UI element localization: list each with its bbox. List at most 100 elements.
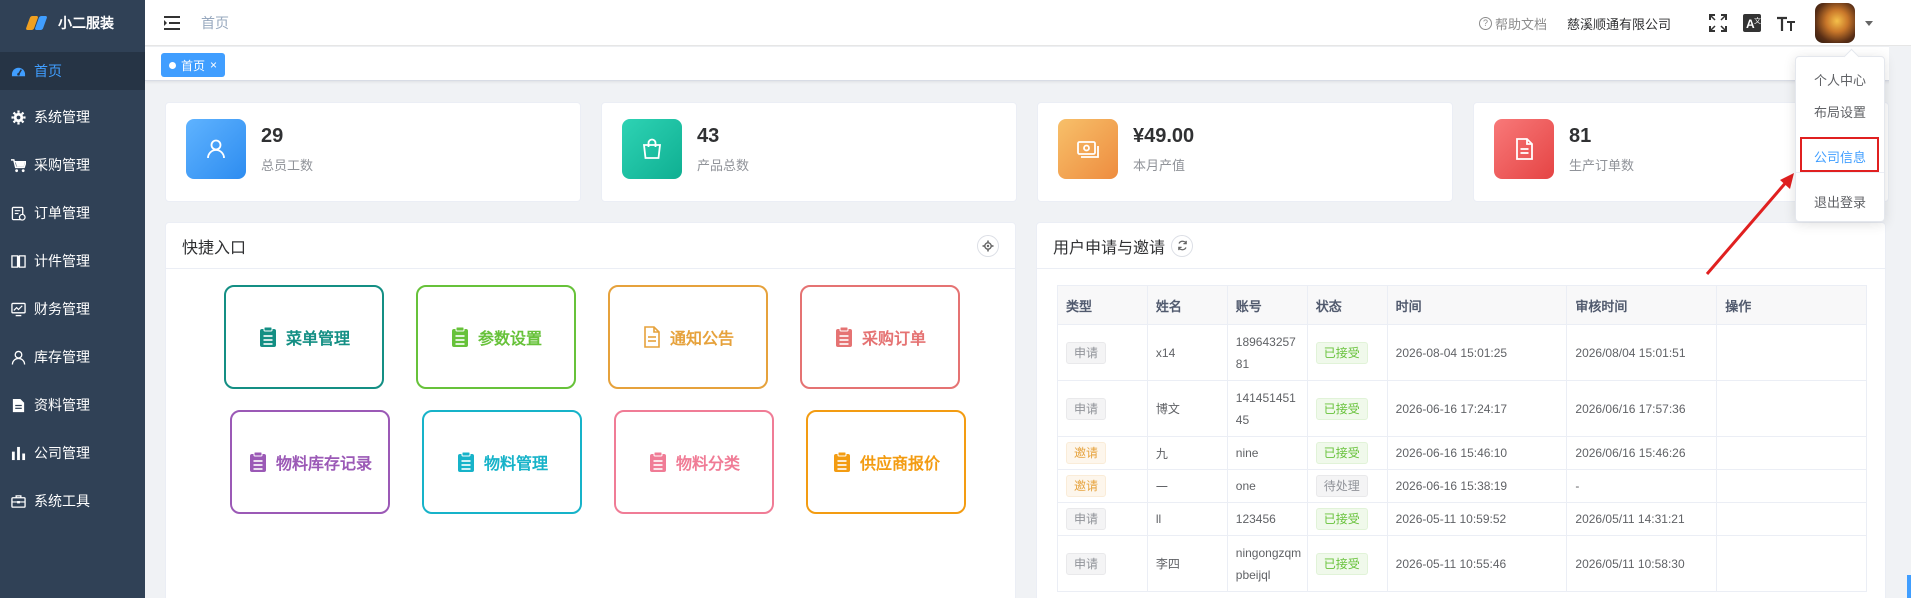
user-icon xyxy=(186,119,246,179)
table-row[interactable]: 申请 博文 14145145145 已接受 2026-06-16 17:24:17 202… xyxy=(1057,380,1867,437)
question-icon: ? xyxy=(1478,16,1492,30)
tag-home[interactable]: 首页 × xyxy=(161,53,226,77)
account-cell: ningongzqmpbeijql xyxy=(1226,535,1308,592)
quick-entry-parameter-settings[interactable]: 参数设置 xyxy=(416,285,576,389)
status-badge: 已接受 xyxy=(1315,341,1368,364)
sidebar-item-label: 资料管理 xyxy=(34,397,90,413)
sidebar-item-company[interactable]: 公司管理 xyxy=(0,429,145,477)
sidebar-item-home[interactable]: 首页 xyxy=(0,52,145,90)
stat-card-monthly-output: ¥49.00 本月产值 xyxy=(1037,102,1453,202)
status-cell: 已接受 xyxy=(1306,380,1388,437)
column-header[interactable]: 操作 xyxy=(1716,285,1867,325)
type-cell: 申请 xyxy=(1057,535,1148,592)
table-header-row: 类型 姓名 账号 状态 时间 审核时间 操作 xyxy=(1057,285,1867,325)
status-badge: 已接受 xyxy=(1315,552,1368,575)
sidebar-item-tools[interactable]: 系统工具 xyxy=(0,477,145,525)
document-icon xyxy=(1494,119,1554,179)
status-cell: 已接受 xyxy=(1306,502,1388,536)
column-header[interactable]: 类型 xyxy=(1057,285,1148,325)
quick-entry-label: 物料管理 xyxy=(483,456,548,473)
time-cell: 2026-06-16 17:24:17 xyxy=(1386,380,1568,437)
sidebar-item-finance[interactable]: 财务管理 xyxy=(0,285,145,333)
clipboard-icon xyxy=(834,326,854,348)
requests-title: 用户申请与邀请 xyxy=(1053,239,1166,257)
quick-entry-material-categories[interactable]: 物料分类 xyxy=(614,410,774,514)
column-header[interactable]: 状态 xyxy=(1306,285,1388,325)
sidebar-item-order[interactable]: 订单管理 xyxy=(0,189,145,237)
quick-entry-material-stock-records[interactable]: 物料库存记录 xyxy=(230,410,390,514)
annotation-arrow xyxy=(1705,173,1794,275)
sidebar-item-label: 首页 xyxy=(34,63,62,79)
sidebar-item-label: 系统工具 xyxy=(34,493,90,509)
column-header[interactable]: 审核时间 xyxy=(1566,285,1718,325)
sidebar-item-system[interactable]: 系统管理 xyxy=(0,93,145,141)
bar-chart-icon xyxy=(11,446,26,461)
menu-item-logout[interactable]: 退出登录 xyxy=(1796,192,1884,211)
stat-label: 本月产值 xyxy=(1133,158,1186,173)
status-cell: 已接受 xyxy=(1306,436,1388,470)
column-header[interactable]: 姓名 xyxy=(1146,285,1228,325)
account-text: ningongzqmpbeijql xyxy=(1235,545,1302,582)
tag-label: 首页 xyxy=(181,58,206,73)
avatar[interactable] xyxy=(1815,3,1855,43)
actions-cell xyxy=(1716,324,1867,381)
table-row[interactable]: 邀请 九 nine 已接受 2026-06-16 15:46:10 2026/06/16 … xyxy=(1057,436,1867,470)
column-header[interactable]: 时间 xyxy=(1386,285,1568,325)
type-cell: 申请 xyxy=(1057,502,1148,536)
status-badge: 已接受 xyxy=(1315,397,1368,420)
fullscreen-icon[interactable] xyxy=(1707,12,1729,34)
account-cell: 123456 xyxy=(1226,502,1308,536)
page-scrollbar[interactable] xyxy=(1889,46,1911,598)
sidebar-item-data[interactable]: 资料管理 xyxy=(0,381,145,429)
sidebar-item-inventory[interactable]: 库存管理 xyxy=(0,333,145,381)
table-row[interactable]: 申请 ll 123456 已接受 2026-05-11 10:59:52 2026/05/… xyxy=(1057,502,1867,536)
hamburger-icon[interactable] xyxy=(161,12,183,34)
actions-cell xyxy=(1716,380,1867,437)
sidebar-item-purchase[interactable]: 采购管理 xyxy=(0,141,145,189)
table-row[interactable]: 申请 x14 18964325781 已接受 2026-08-04 15:01:25 20… xyxy=(1057,324,1867,381)
review-time-cell: 2026/05/11 10:58:30 xyxy=(1566,535,1718,592)
sidebar-item-label: 采购管理 xyxy=(34,157,90,173)
account-cell: nine xyxy=(1226,436,1308,470)
sidebar-item-piecework[interactable]: 计件管理 xyxy=(0,237,145,285)
book-icon xyxy=(11,254,26,269)
table-row[interactable]: 申请 李四 ningongzqmpbeijql 已接受 2026-05-11 10:55… xyxy=(1057,535,1867,592)
account-text: 123456 xyxy=(1235,512,1276,526)
quick-entry-label: 供应商报价 xyxy=(859,456,940,473)
font-size-icon[interactable] xyxy=(1775,12,1797,34)
translate-icon[interactable]: A文 xyxy=(1741,12,1763,34)
sidebar-item-label: 财务管理 xyxy=(34,301,90,317)
caret-down-icon[interactable] xyxy=(1865,20,1873,26)
stat-label: 产品总数 xyxy=(697,158,750,173)
quick-entry-label: 采购订单 xyxy=(861,331,926,348)
column-header[interactable]: 账号 xyxy=(1226,285,1308,325)
app-logo[interactable]: 小二服装 xyxy=(0,0,145,45)
quick-entry-label: 菜单管理 xyxy=(285,331,350,348)
refresh-icon[interactable] xyxy=(1171,234,1194,257)
cart-icon xyxy=(11,158,26,173)
status-cell: 待处理 xyxy=(1306,469,1388,503)
quick-entry-notices[interactable]: 通知公告 xyxy=(608,285,768,389)
divider xyxy=(1796,172,1884,173)
type-cell: 邀请 xyxy=(1057,469,1148,503)
status-cell: 已接受 xyxy=(1306,324,1388,381)
quick-entry-purchase-orders[interactable]: 采购订单 xyxy=(800,285,960,389)
quick-entry-menu-management[interactable]: 菜单管理 xyxy=(224,285,384,389)
time-cell: 2026-06-16 15:38:19 xyxy=(1386,469,1568,503)
menu-item-layout-settings[interactable]: 布局设置 xyxy=(1796,102,1884,121)
toolbox-icon xyxy=(11,494,26,509)
quick-entry-supplier-quotes[interactable]: 供应商报价 xyxy=(806,410,966,514)
table-row[interactable]: 邀请 一 one 待处理 2026-06-16 15:38:19- xyxy=(1057,469,1867,503)
app-name: 小二服装 xyxy=(58,14,114,31)
clipboard-icon xyxy=(248,451,268,473)
quick-entry-material-management[interactable]: 物料管理 xyxy=(422,410,582,514)
order-icon xyxy=(11,206,26,221)
close-icon[interactable]: × xyxy=(210,58,217,72)
help-link[interactable]: ? 帮助文档 xyxy=(1478,14,1547,33)
gear-icon[interactable] xyxy=(977,235,999,257)
status-badge: 待处理 xyxy=(1315,475,1368,497)
document-icon xyxy=(11,398,26,413)
tags-view: 首页 × xyxy=(145,47,1911,81)
stat-value: 81 xyxy=(1569,125,1592,147)
menu-item-profile[interactable]: 个人中心 xyxy=(1796,70,1884,89)
